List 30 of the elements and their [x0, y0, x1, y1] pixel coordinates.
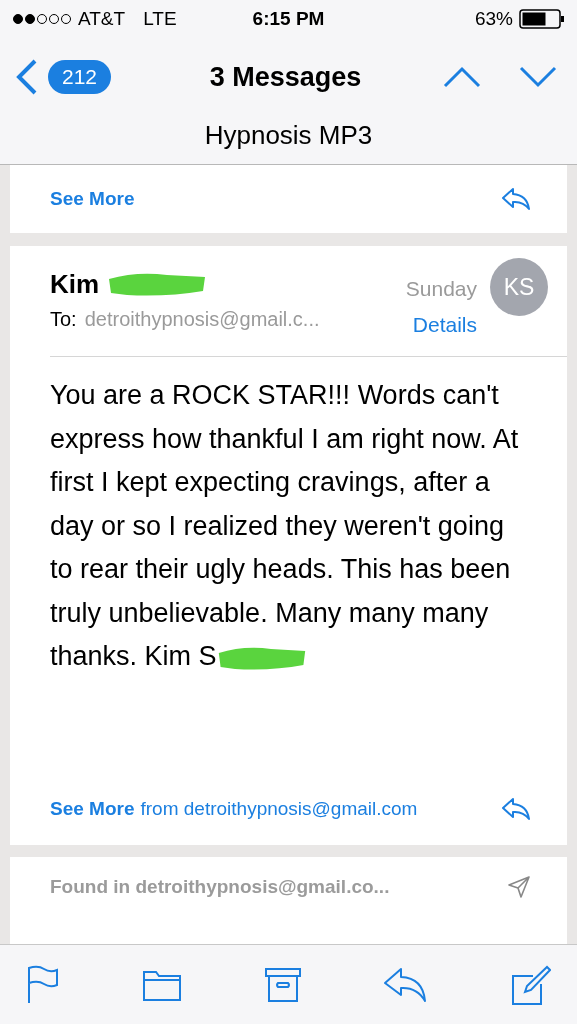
reply-icon[interactable]: [501, 187, 531, 211]
recipient-address: detroithypnosis@gmail.c...: [84, 307, 320, 332]
archive-box-icon[interactable]: [263, 966, 302, 1003]
details-link[interactable]: Details: [412, 312, 477, 338]
back-icon[interactable]: [14, 58, 38, 96]
compose-icon[interactable]: [509, 963, 551, 1006]
see-more-link[interactable]: See More: [50, 794, 135, 823]
message-body: You are a ROCK STAR!!! Words can't express how thankful I am right now. At first I kept expecting cravings, after a day or so I realized they weren't going to rear their ugly heads. This has been truly unbelievable. Many many many thanks. Kim S: [50, 379, 520, 673]
battery-percent: 63%: [474, 6, 513, 31]
carrier-name: AT&T: [78, 6, 126, 31]
send-icon: [507, 875, 531, 899]
signal-icon: [12, 13, 72, 25]
message-date: Sunday: [405, 276, 477, 302]
network-type: LTE: [143, 6, 177, 31]
chevron-down-icon[interactable]: [519, 66, 557, 88]
flag-icon[interactable]: [26, 964, 60, 1005]
unread-count-badge[interactable]: 212: [48, 60, 112, 94]
chevron-up-icon[interactable]: [443, 66, 481, 88]
see-more-source: from detroithypnosis@gmail.com: [140, 796, 418, 821]
reply-icon[interactable]: [501, 796, 531, 821]
thread-subject: Hypnosis MP3: [203, 119, 374, 152]
battery-icon: [519, 9, 565, 29]
found-in-label: Found in detroithypnosis@gmail.co...: [50, 875, 390, 899]
sender-avatar: KS: [490, 258, 548, 316]
reply-icon[interactable]: [383, 966, 428, 1003]
status-time: 6:15 PM: [252, 6, 325, 31]
to-label: To:: [50, 307, 77, 332]
see-more-link[interactable]: See More: [50, 184, 135, 214]
sender-name: Kim: [50, 268, 100, 300]
thread-title: 3 Messages: [209, 60, 362, 94]
